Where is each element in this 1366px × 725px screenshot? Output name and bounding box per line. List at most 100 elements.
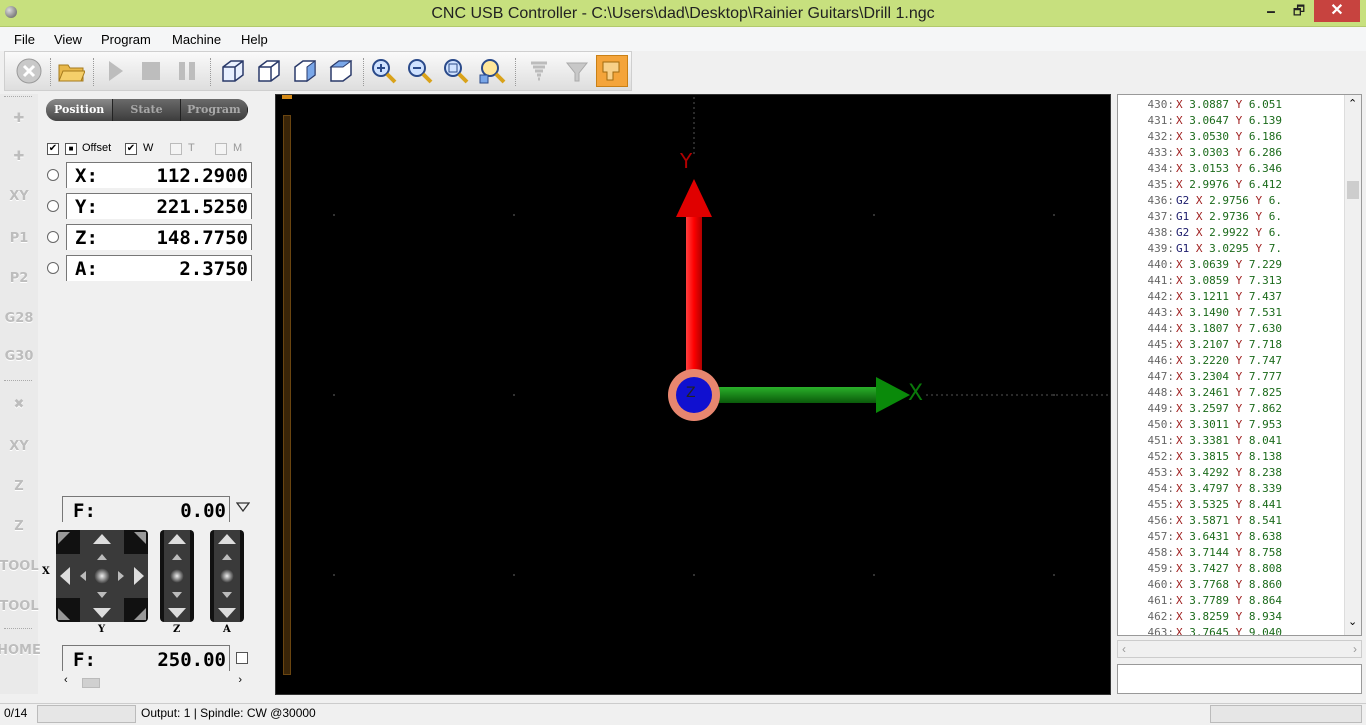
run-button[interactable] <box>99 55 131 87</box>
maximize-button[interactable]: 🗗 <box>1284 0 1314 22</box>
view-front-button[interactable] <box>253 55 285 87</box>
menu-program[interactable]: Program <box>101 32 151 47</box>
gcode-line[interactable]: 431: X 3.0647 Y 6.139 <box>1118 114 1283 130</box>
tab-position[interactable]: Position <box>46 99 114 121</box>
gcode-line[interactable]: 446: X 3.2220 Y 7.747 <box>1118 354 1283 370</box>
jog-feed-display[interactable]: F: 0.00 <box>62 496 230 522</box>
checkbox-m[interactable] <box>215 143 227 155</box>
pause-button[interactable] <box>171 55 203 87</box>
gcode-line[interactable]: 461: X 3.7789 Y 8.864 <box>1118 594 1283 610</box>
jog-plus-step-button[interactable]: ✚ <box>2 138 36 174</box>
menu-file[interactable]: File <box>14 32 35 47</box>
gcode-line[interactable]: 452: X 3.3815 Y 8.138 <box>1118 450 1283 466</box>
goto-p1-button[interactable]: P1 <box>2 220 36 256</box>
gcode-line[interactable]: 433: X 3.0303 Y 6.286 <box>1118 146 1283 162</box>
toolpath-3d-viewport[interactable]: Y X Z <box>275 94 1111 695</box>
coord-z-radio[interactable] <box>47 231 59 243</box>
gcode-line[interactable]: 438: G2 X 2.9922 Y 6. <box>1118 226 1283 242</box>
zoom-in-button[interactable] <box>368 55 400 87</box>
gcode-line[interactable]: 445: X 3.2107 Y 7.718 <box>1118 338 1283 354</box>
stop-button[interactable] <box>13 55 45 87</box>
gcode-line[interactable]: 436: G2 X 2.9756 Y 6. <box>1118 194 1283 210</box>
close-button[interactable]: ✕ <box>1314 0 1360 22</box>
machine-head-button[interactable] <box>596 55 628 87</box>
scroll-up-arrow-icon[interactable]: ⌃ <box>1348 97 1357 110</box>
gcode-line[interactable]: 460: X 3.7768 Y 8.860 <box>1118 578 1283 594</box>
gcode-line[interactable]: 456: X 3.5871 Y 8.541 <box>1118 514 1283 530</box>
gcode-line[interactable]: 455: X 3.5325 Y 8.441 <box>1118 498 1283 514</box>
scroll-down-arrow-icon[interactable]: ⌄ <box>1348 615 1357 628</box>
scroll-thumb[interactable] <box>1347 181 1359 199</box>
jog-z-pad[interactable] <box>160 530 194 622</box>
slider-right-arrow-icon[interactable]: › <box>238 674 242 686</box>
zoom-fit-button[interactable] <box>440 55 472 87</box>
gcode-line[interactable]: 447: X 3.2304 Y 7.777 <box>1118 370 1283 386</box>
open-file-button[interactable] <box>55 55 87 87</box>
slider-thumb[interactable] <box>82 678 100 688</box>
zoom-extents-button[interactable] <box>476 55 508 87</box>
coord-x-display[interactable]: X: 112.2900 <box>66 162 252 188</box>
gcode-line[interactable]: 440: X 3.0639 Y 7.229 <box>1118 258 1283 274</box>
jog-a-pad[interactable] <box>210 530 244 622</box>
checkbox-offset[interactable]: ■ <box>65 143 77 155</box>
coord-y-radio[interactable] <box>47 200 59 212</box>
slider-left-arrow-icon[interactable]: ‹ <box>64 674 68 686</box>
gcode-line[interactable]: 442: X 3.1211 Y 7.437 <box>1118 290 1283 306</box>
goto-p2-button[interactable]: P2 <box>2 260 36 296</box>
mdi-command-input[interactable] <box>1117 664 1362 694</box>
home-button[interactable]: HOME <box>0 632 41 668</box>
zero-xy-button[interactable]: XY <box>2 178 36 214</box>
view-iso-button[interactable] <box>217 55 249 87</box>
gcode-vertical-scrollbar[interactable]: ⌃ ⌄ <box>1344 95 1361 635</box>
feed-slider[interactable]: ‹ › <box>62 674 246 690</box>
feed-override-checkbox[interactable] <box>236 652 248 664</box>
cancel-offset-button[interactable]: ✖ <box>2 386 36 422</box>
hscroll-left-arrow-icon[interactable]: ‹ <box>1122 642 1126 656</box>
move-xy-button[interactable]: XY <box>2 428 36 464</box>
gcode-line[interactable]: 463: X 3.7645 Y 9.040 <box>1118 626 1283 635</box>
gcode-line[interactable]: 430: X 3.0887 Y 6.051 <box>1118 98 1283 114</box>
gcode-line[interactable]: 435: X 2.9976 Y 6.412 <box>1118 178 1283 194</box>
gcode-line[interactable]: 448: X 3.2461 Y 7.825 <box>1118 386 1283 402</box>
jog-plus-button[interactable]: ✚ <box>2 100 36 136</box>
feed-override-display[interactable]: F: 250.00 <box>62 645 230 671</box>
tool-button[interactable] <box>561 55 593 87</box>
toolpath-button[interactable] <box>523 55 555 87</box>
zoom-out-button[interactable] <box>404 55 436 87</box>
gcode-line[interactable]: 451: X 3.3381 Y 8.041 <box>1118 434 1283 450</box>
checkbox-machine[interactable]: ✔ <box>47 143 59 155</box>
hscroll-right-arrow-icon[interactable]: › <box>1353 642 1357 656</box>
coord-x-radio[interactable] <box>47 169 59 181</box>
jog-xy-pad[interactable] <box>56 530 148 622</box>
gcode-line[interactable]: 437: G1 X 2.9736 Y 6. <box>1118 210 1283 226</box>
move-z-button[interactable]: Z <box>2 468 36 504</box>
gcode-line[interactable]: 434: X 3.0153 Y 6.346 <box>1118 162 1283 178</box>
gcode-line[interactable]: 432: X 3.0530 Y 6.186 <box>1118 130 1283 146</box>
gcode-line[interactable]: 459: X 3.7427 Y 8.808 <box>1118 562 1283 578</box>
gcode-line[interactable]: 462: X 3.8259 Y 8.934 <box>1118 610 1283 626</box>
menu-view[interactable]: View <box>54 32 82 47</box>
gcode-line[interactable]: 453: X 3.4292 Y 8.238 <box>1118 466 1283 482</box>
goto-g30-button[interactable]: G30 <box>2 338 36 374</box>
coord-a-display[interactable]: A: 2.3750 <box>66 255 252 281</box>
tab-program[interactable]: Program <box>180 99 248 121</box>
menu-machine[interactable]: Machine <box>172 32 221 47</box>
coord-y-display[interactable]: Y: 221.5250 <box>66 193 252 219</box>
checkbox-w[interactable]: ✔ <box>125 143 137 155</box>
coord-a-radio[interactable] <box>47 262 59 274</box>
view-side-button[interactable] <box>289 55 321 87</box>
gcode-line[interactable]: 441: X 3.0859 Y 7.313 <box>1118 274 1283 290</box>
minimize-button[interactable]: 🗕 <box>1256 0 1286 22</box>
jog-feed-dropdown-icon[interactable] <box>236 502 250 512</box>
gcode-horizontal-scrollbar[interactable]: ‹ › <box>1117 640 1362 658</box>
gcode-line[interactable]: 439: G1 X 3.0295 Y 7. <box>1118 242 1283 258</box>
tool-length-button[interactable]: TOOL <box>0 588 39 624</box>
gcode-line[interactable]: 454: X 3.4797 Y 8.339 <box>1118 482 1283 498</box>
view-top-button[interactable] <box>325 55 357 87</box>
tab-state[interactable]: State <box>113 99 181 121</box>
tool-change-button[interactable]: TOOL <box>0 548 39 584</box>
gcode-line[interactable]: 458: X 3.7144 Y 8.758 <box>1118 546 1283 562</box>
menu-help[interactable]: Help <box>241 32 268 47</box>
gcode-line[interactable]: 449: X 3.2597 Y 7.862 <box>1118 402 1283 418</box>
checkbox-t[interactable] <box>170 143 182 155</box>
